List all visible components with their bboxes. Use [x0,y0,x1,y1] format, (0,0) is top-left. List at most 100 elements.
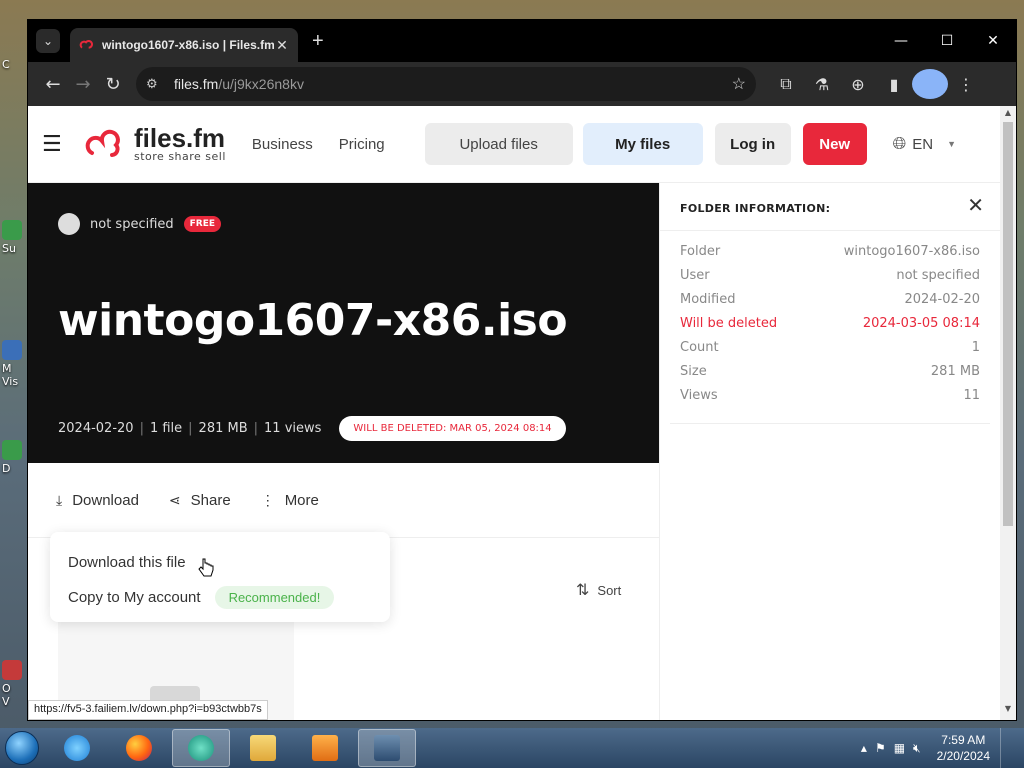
user-avatar-icon [58,213,80,235]
scroll-down-icon[interactable]: ▼ [1000,704,1016,718]
extensions-icon[interactable]: ⧉ [768,69,804,99]
download-action[interactable]: ⤓ Download [56,492,139,509]
free-badge: FREE [183,216,222,232]
desktop-icon-label: O [2,682,11,695]
taskbar: ▴ ⚑ ▦ 🔇︎ 7:59 AM 2/20/2024 [0,728,1024,768]
files-fm-logo-icon [85,129,120,157]
folder-icon [250,735,276,761]
new-button[interactable]: New [802,123,867,165]
desktop-icon[interactable]: OV [2,660,24,708]
menu-kebab-icon[interactable]: ⋮ [948,69,984,99]
close-window-button[interactable]: ✕ [970,20,1016,62]
recommended-badge: Recommended! [214,586,335,609]
info-row: Folder wintogo1607-x86.iso [680,243,980,259]
address-host: files.fm [174,76,219,92]
chevron-down-icon: ▼ [947,139,957,149]
media-player-icon [312,735,338,761]
scrollbar-thumb[interactable] [1003,122,1013,526]
tab-strip: ⌄ wintogo1607-x86.iso | Files.fm ✕ + — ☐… [28,20,1016,62]
browser-icon [188,735,214,761]
download-this-file-item[interactable]: Download this file [68,554,186,571]
side-panel-icon[interactable]: ▮ [876,69,912,99]
taskbar-media[interactable] [296,729,354,767]
copy-to-account-item[interactable]: Copy to My account Recommended! [68,586,335,609]
folder-info-panel: FOLDER INFORMATION: ✕ Folder wintogo1607-… [659,183,1000,720]
sort-label: Sort [597,582,622,598]
nav-pricing-link[interactable]: Pricing [339,136,385,153]
info-row: Views 11 [680,387,980,403]
meta-views: 11 views [264,421,322,436]
my-files-button[interactable]: My files [582,123,703,165]
browser-window: ⌄ wintogo1607-x86.iso | Files.fm ✕ + — ☐… [28,20,1016,720]
taskbar-browser[interactable] [172,729,230,767]
meta-size: 281 MB [198,421,248,436]
more-vertical-icon: ⋮ [260,491,275,508]
volume-muted-icon[interactable]: 🔇︎ [913,741,921,756]
window-controls: — ☐ ✕ [878,20,1016,62]
action-center-flag-icon[interactable]: ⚑ [875,741,886,755]
sort-arrows-icon: ⇅ [576,582,590,599]
owner-info: not specified FREE [58,213,222,235]
page-scrollbar[interactable]: ▲ ▼ [1000,106,1016,720]
clock-time: 7:59 AM [941,733,986,747]
login-button[interactable]: Log in [714,123,791,165]
address-path: /u/j9kx26n8kv [218,76,304,92]
desktop-icon-label[interactable]: C [2,58,24,71]
show-desktop-button[interactable] [1000,728,1014,768]
files-fm-favicon-icon [79,40,93,49]
download-progress-icon[interactable]: ⊕ [840,69,876,99]
share-action[interactable]: ⋖ Share [169,492,231,509]
start-button[interactable] [0,728,44,768]
desktop-icon-label: Su [2,242,16,255]
address-bar[interactable]: ⚙ files.fm/u/j9kx26n8kv ☆ [136,67,756,101]
internet-explorer-icon [64,735,90,761]
info-rows: Folder wintogo1607-x86.iso User not specif… [680,239,980,407]
info-row: Size 281 MB [680,363,980,379]
reload-button[interactable]: ↻ [98,69,128,99]
desktop-icon[interactable]: M Vis [2,340,24,388]
tab-search-button[interactable]: ⌄ [36,29,60,53]
minimize-button[interactable]: — [878,20,924,62]
nav-business-link[interactable]: Business [252,136,313,153]
back-button[interactable]: ← [38,69,68,99]
taskbar-firefox[interactable] [110,729,168,767]
tray-expand-icon[interactable]: ▴ [861,741,867,755]
forward-button[interactable]: → [68,69,98,99]
taskbar-virtualbox[interactable] [358,729,416,767]
owner-name: not specified [90,216,174,232]
sort-button[interactable]: ⇅ Sort [576,580,621,600]
close-icon[interactable]: ✕ [967,193,984,217]
windows-orb-icon [5,731,39,765]
upload-files-button[interactable]: Upload files [424,123,573,165]
more-label: More [284,491,319,509]
scroll-up-icon[interactable]: ▲ [1000,108,1016,122]
labs-flask-icon[interactable]: ⚗ [804,69,840,99]
delete-notice-badge: WILL BE DELETED: MAR 05, 2024 08:14 [339,416,566,441]
more-action[interactable]: ⋮ More [261,492,319,509]
meta-files: 1 file [149,421,183,436]
clock[interactable]: 7:59 AM 2/20/2024 [937,732,990,764]
taskbar-ie[interactable] [48,729,106,767]
browser-toolbar: ← → ↻ ⚙ files.fm/u/j9kx26n8kv ☆ ⧉ ⚗ ⊕ ▮ … [28,62,1016,106]
firefox-icon [126,735,152,761]
site-logo[interactable]: files.fm store share sell [82,125,226,163]
language-selector[interactable]: 🌐︎ EN ▼ [893,134,956,154]
desktop-icon-label: V [2,695,10,708]
file-hero: not specified FREE wintogo1607-x86.iso 2… [28,183,659,463]
desktop-icon[interactable]: Su [2,220,24,255]
browser-tab[interactable]: wintogo1607-x86.iso | Files.fm ✕ [70,28,298,62]
desktop-icon[interactable]: D [2,440,24,475]
new-tab-button[interactable]: + [312,30,324,53]
maximize-button[interactable]: ☐ [924,20,970,62]
tab-title: wintogo1607-x86.iso | Files.fm [102,38,274,52]
network-icon[interactable]: ▦ [894,741,905,755]
site-info-icon[interactable]: ⚙ [146,76,164,92]
profile-avatar-icon[interactable] [912,69,948,99]
bookmark-star-icon[interactable]: ☆ [732,74,746,94]
hamburger-menu-icon[interactable]: ☰ [42,132,62,157]
taskbar-explorer[interactable] [234,729,292,767]
page-viewport: ☰ files.fm store share sell Business Pri… [28,106,1000,720]
desktop-icon-label: M [2,362,12,375]
info-row: Modified 2024-02-20 [680,291,980,307]
tab-close-icon[interactable]: ✕ [274,37,290,54]
